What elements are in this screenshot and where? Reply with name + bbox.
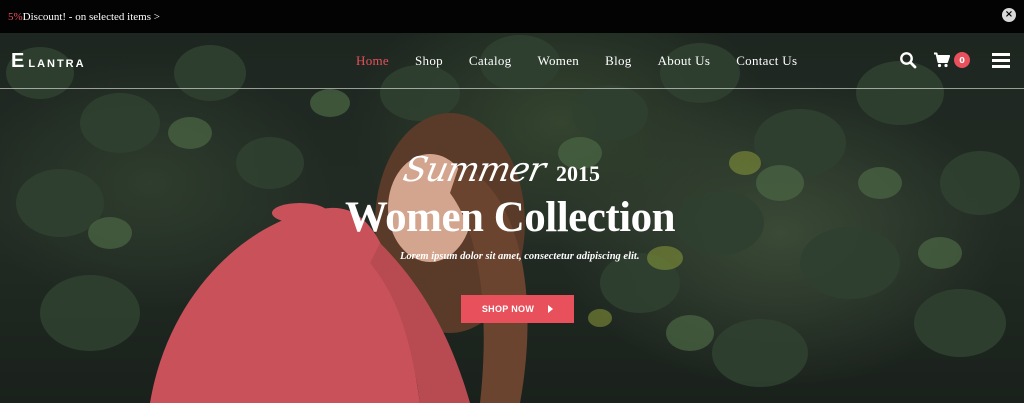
shop-now-label: SHOP NOW [481,304,535,314]
search-icon[interactable] [899,51,917,69]
nav-item-home[interactable]: Home [356,53,389,69]
nav-item-women[interactable]: Women [537,53,579,69]
nav-item-contact-us[interactable]: Contact Us [736,53,797,69]
menu-icon[interactable] [992,52,1010,68]
close-icon[interactable]: × [1002,8,1016,22]
hero-headline: Women Collection [345,194,676,241]
hero-script: Summer [399,150,549,190]
promo-text[interactable]: Discount! - on selected items > [23,11,160,23]
cart-icon [933,52,950,68]
nav-item-shop[interactable]: Shop [415,53,443,69]
caret-right-icon [548,305,554,313]
hero-subline: Lorem ipsum dolor sit amet, consectetur … [400,251,640,262]
main-nav: Home Shop Catalog Women Blog About Us Co… [356,53,823,69]
site-header: E LANTRA Home Shop Catalog Women Blog Ab… [0,33,1024,89]
shop-now-button[interactable]: SHOP NOW [461,295,574,323]
logo[interactable]: E LANTRA [11,50,86,73]
nav-item-about-us[interactable]: About Us [658,53,711,69]
logo-initial: E [11,50,25,72]
nav-item-catalog[interactable]: Catalog [469,53,512,69]
header-icons: 0 [899,51,1010,69]
hero-year: 2015 [556,161,601,186]
nav-item-blog[interactable]: Blog [605,53,631,69]
promo-bar: 5% Discount! - on selected items > × [0,0,1024,33]
promo-percent: 5% [8,10,23,23]
cart-button[interactable]: 0 [933,52,970,68]
hero-eyebrow: Summer 2015 [400,150,601,190]
cart-count-badge: 0 [954,52,970,68]
logo-text: LANTRA [28,58,86,70]
